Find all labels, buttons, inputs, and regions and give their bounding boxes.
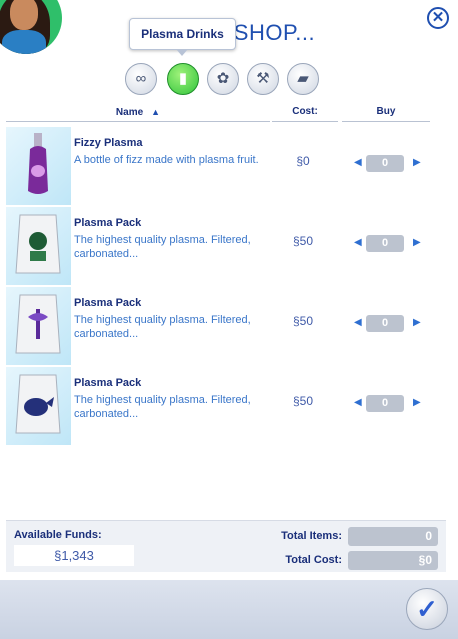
item-description: A bottle of fizz made with plasma fruit. (74, 154, 259, 166)
item-name: Plasma Pack (74, 217, 142, 229)
drink-cup-icon[interactable]: ▮ (167, 63, 199, 95)
garden-tools-icon[interactable]: ⚒ (247, 63, 279, 95)
infinity-icon[interactable]: ∞ (125, 63, 157, 95)
item-price: §50 (292, 394, 314, 408)
plasma-pack-green-icon (6, 207, 71, 285)
increase-qty-icon[interactable]: ▶ (413, 317, 421, 328)
seeds-icon[interactable]: ✿ (207, 63, 239, 95)
list-item[interactable]: Plasma Pack The highest quality plasma. … (6, 287, 434, 365)
fizzy-plasma-bottle-icon (6, 127, 71, 205)
bottom-bar (0, 580, 458, 639)
tooltip-arrow (176, 49, 188, 56)
quantity-field[interactable]: 0 (366, 235, 404, 252)
avatar-face (10, 0, 38, 30)
item-name: Plasma Pack (74, 377, 142, 389)
item-name: Fizzy Plasma (74, 137, 143, 149)
column-cost[interactable]: Cost: (272, 104, 338, 122)
decrease-qty-icon[interactable]: ◀ (354, 317, 362, 328)
quantity-field[interactable]: 0 (366, 315, 404, 332)
shop-panel: E SHOP... ✕ Plasma Drinks ∞ ▮ ✿ ⚒ ▰ Name… (0, 0, 458, 580)
increase-qty-icon[interactable]: ▶ (413, 397, 421, 408)
plasma-pack-purple-icon (6, 287, 71, 365)
item-price: §0 (296, 154, 310, 168)
increase-qty-icon[interactable]: ▶ (413, 237, 421, 248)
quantity-field[interactable]: 0 (366, 155, 404, 172)
plasma-pack-blue-icon (6, 367, 71, 445)
checkmark-icon[interactable]: ✓ (406, 588, 448, 630)
close-icon[interactable]: ✕ (427, 7, 449, 29)
column-buy[interactable]: Buy (342, 104, 430, 122)
increase-qty-icon[interactable]: ▶ (413, 157, 421, 168)
column-name-label: Name (115, 107, 144, 118)
item-name: Plasma Pack (74, 297, 142, 309)
total-cost-label: Total Cost: (285, 554, 342, 566)
total-items-value: 0 (348, 527, 438, 546)
item-price: §50 (292, 234, 314, 248)
avatar-shirt (2, 30, 46, 54)
sort-up-icon[interactable]: ▲ (151, 107, 160, 117)
category-tooltip: Plasma Drinks (129, 18, 236, 50)
book-icon[interactable]: ▰ (287, 63, 319, 95)
totals-footer: Available Funds: §1,343 Total Items: 0 T… (6, 520, 446, 572)
available-funds-value: §1,343 (14, 545, 134, 566)
decrease-qty-icon[interactable]: ◀ (354, 157, 362, 168)
column-name[interactable]: Name ▲ (6, 104, 270, 122)
list-item[interactable]: Plasma Pack The highest quality plasma. … (6, 367, 434, 445)
item-description: The highest quality plasma. Filtered, ca… (74, 234, 251, 260)
item-description: The highest quality plasma. Filtered, ca… (74, 314, 251, 340)
sim-avatar[interactable] (0, 0, 62, 54)
total-items-label: Total Items: (281, 530, 342, 542)
quantity-field[interactable]: 0 (366, 395, 404, 412)
decrease-qty-icon[interactable]: ◀ (354, 237, 362, 248)
list-item[interactable]: Plasma Pack The highest quality plasma. … (6, 207, 434, 285)
available-funds-label: Available Funds: (14, 529, 102, 541)
item-description: The highest quality plasma. Filtered, ca… (74, 394, 251, 420)
decrease-qty-icon[interactable]: ◀ (354, 397, 362, 408)
list-item[interactable]: Fizzy Plasma A bottle of fizz made with … (6, 127, 434, 205)
item-price: §50 (292, 314, 314, 328)
total-cost-value: §0 (348, 551, 438, 570)
